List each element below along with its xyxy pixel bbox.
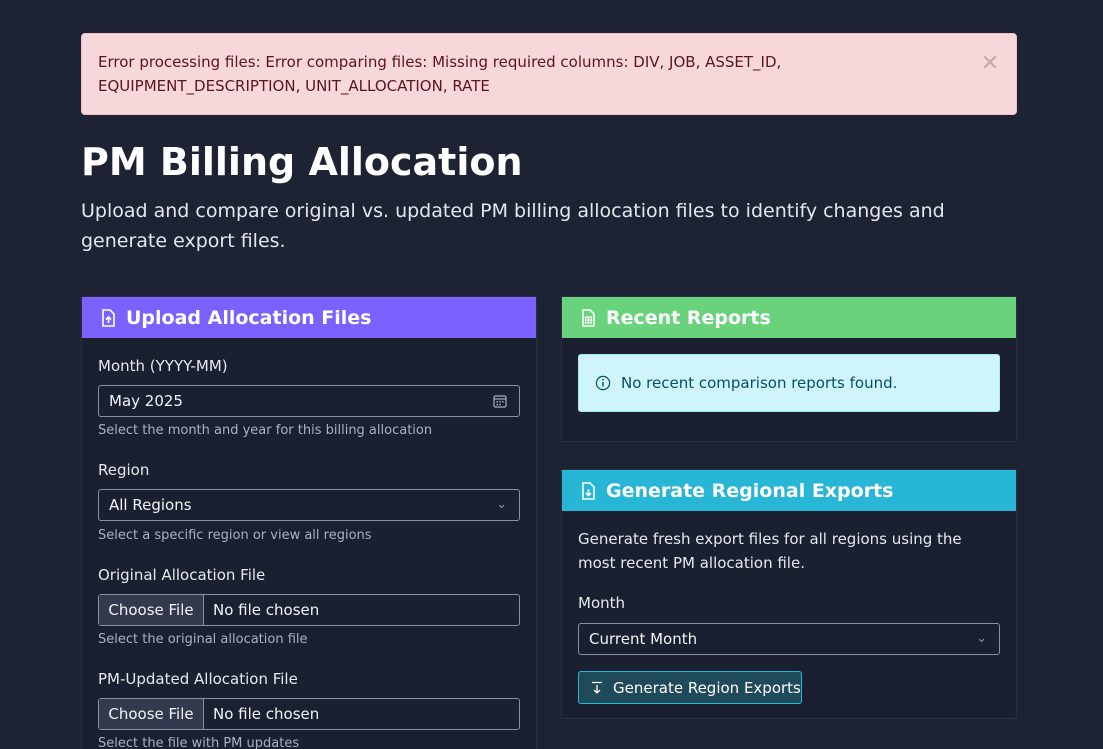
- page-title: PM Billing Allocation: [81, 140, 523, 184]
- updated-file-label: PM-Updated Allocation File: [98, 670, 298, 688]
- month-input[interactable]: May 2025: [98, 385, 520, 417]
- updated-file-input[interactable]: Choose File No file chosen: [98, 698, 520, 730]
- file-download-icon: [582, 481, 595, 500]
- regional-exports-card: Generate Regional Exports Generate fresh…: [561, 469, 1017, 719]
- region-help: Select a specific region or view all reg…: [98, 528, 372, 543]
- region-label: Region: [98, 461, 150, 479]
- chevron-down-icon: ⌄: [976, 631, 987, 646]
- upload-card: Upload Allocation Files Month (YYYY-MM) …: [81, 296, 537, 749]
- page-subtitle: Upload and compare original vs. updated …: [81, 200, 945, 252]
- region-select[interactable]: All Regions ⌄: [98, 489, 520, 521]
- regional-exports-title: Generate Regional Exports: [606, 479, 894, 502]
- recent-reports-header: Recent Reports: [562, 297, 1016, 338]
- updated-choose-file-button[interactable]: Choose File: [99, 699, 204, 729]
- calendar-icon[interactable]: [493, 386, 507, 416]
- error-message: Error processing files: Error comparing …: [98, 53, 782, 95]
- month-value: May 2025: [109, 392, 183, 410]
- regional-exports-header: Generate Regional Exports: [562, 470, 1016, 511]
- month-label: Month (YYYY-MM): [98, 357, 228, 375]
- exports-month-select[interactable]: Current Month ⌄: [578, 623, 1000, 655]
- original-file-help: Select the original allocation file: [98, 632, 308, 647]
- upload-card-title: Upload Allocation Files: [126, 306, 372, 329]
- original-file-status: No file chosen: [213, 601, 320, 619]
- no-reports-message: No recent comparison reports found.: [621, 374, 898, 392]
- chevron-down-icon: ⌄: [496, 497, 507, 512]
- exports-month-value: Current Month: [589, 630, 698, 648]
- updated-file-help: Select the file with PM updates: [98, 736, 300, 749]
- generate-region-exports-button[interactable]: Generate Region Exports: [578, 671, 802, 704]
- generate-region-exports-label: Generate Region Exports: [613, 678, 801, 697]
- updated-file-status: No file chosen: [213, 705, 320, 723]
- original-file-input[interactable]: Choose File No file chosen: [98, 594, 520, 626]
- error-alert: Error processing files: Error comparing …: [81, 33, 1017, 115]
- page: Error processing files: Error comparing …: [0, 0, 1103, 749]
- region-value: All Regions: [109, 496, 192, 514]
- close-icon[interactable]: ✕: [978, 52, 1002, 76]
- recent-reports-title: Recent Reports: [606, 306, 771, 329]
- spreadsheet-icon: [582, 308, 595, 327]
- download-icon: [592, 681, 602, 694]
- no-reports-info: No recent comparison reports found.: [578, 354, 1000, 412]
- exports-description: Generate fresh export files for all regi…: [578, 530, 962, 572]
- original-choose-file-button[interactable]: Choose File: [99, 595, 204, 625]
- upload-card-header: Upload Allocation Files: [82, 297, 536, 338]
- info-icon: [595, 375, 611, 391]
- recent-reports-card: Recent Reports No recent comparison repo…: [561, 296, 1017, 442]
- exports-month-label: Month: [578, 594, 626, 612]
- original-file-label: Original Allocation File: [98, 566, 266, 584]
- file-upload-icon: [102, 308, 115, 327]
- month-help: Select the month and year for this billi…: [98, 423, 433, 438]
